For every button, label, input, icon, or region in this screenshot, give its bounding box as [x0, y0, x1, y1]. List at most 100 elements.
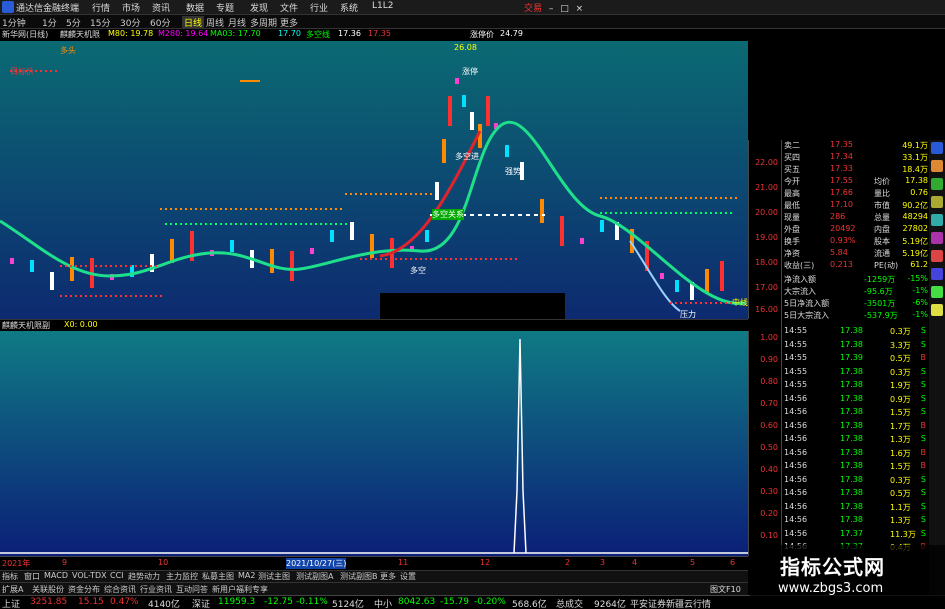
indicator-tab[interactable]: 更多: [380, 571, 396, 582]
period-button-active[interactable]: 日线: [182, 16, 205, 29]
tick-price: 17.38: [840, 488, 863, 497]
indicator-tab[interactable]: 测试副图A: [296, 571, 333, 582]
legend-tag: 多空线: [306, 30, 330, 39]
indicator-tab[interactable]: 测试副图B: [340, 571, 378, 582]
indicator-tab[interactable]: 指标: [2, 571, 18, 582]
candle: [442, 139, 446, 163]
tick-time: 14:56: [784, 447, 808, 457]
menu-item[interactable]: 文件: [280, 1, 298, 14]
sz-label[interactable]: 深证: [192, 597, 210, 609]
quote-row: 今开 17.55 均价 17.38: [782, 176, 930, 187]
flow-percent: -6%: [912, 298, 928, 307]
tool-icon[interactable]: [931, 178, 943, 190]
indicator-tab[interactable]: CCI: [110, 571, 124, 580]
indicator-tabs: 指标 窗口 MACD VOL-TDX CCI 趋势动力 主力监控 私募主图 MA…: [0, 570, 748, 582]
tick-row: 14:56 17.38 1.7万 B: [782, 421, 930, 432]
period-button[interactable]: 多周期: [250, 16, 277, 29]
bottom-tab[interactable]: 资金分布: [68, 584, 100, 595]
period-button[interactable]: 5分: [66, 16, 81, 29]
candle: [270, 249, 274, 273]
tick-volume: 1.3万: [890, 435, 911, 444]
indicator-tab[interactable]: 趋势动力: [128, 571, 160, 582]
bottom-tab[interactable]: 扩展A: [2, 584, 23, 595]
tool-icon[interactable]: [931, 268, 943, 280]
sh-label[interactable]: 上证: [2, 597, 20, 609]
tick-volume: 0.3万: [890, 367, 911, 377]
zx-percent: -0.20%: [474, 597, 506, 607]
flow-value: -95.6万: [864, 287, 893, 296]
tool-icon[interactable]: [931, 196, 943, 208]
user-label[interactable]: 交易: [524, 4, 542, 14]
kline-svg: [0, 70, 746, 319]
menu-item[interactable]: 数据: [186, 1, 204, 14]
maximize-icon[interactable]: □: [560, 4, 569, 14]
indicator-tab[interactable]: 主力监控: [166, 571, 198, 582]
sub-indicator-legend: 麒麟天机限副 X0: 0.00: [0, 319, 748, 331]
tick-time: 14:55: [784, 353, 808, 362]
menu-item[interactable]: 行情: [92, 1, 110, 14]
zx-label[interactable]: 中小: [374, 597, 392, 609]
candle: [600, 220, 604, 232]
indicator-tab[interactable]: 窗口: [24, 571, 40, 582]
period-button[interactable]: 1分: [42, 16, 57, 29]
bottom-tab[interactable]: 关联股份: [32, 584, 64, 595]
indicator-tab[interactable]: 测试主图: [258, 571, 290, 582]
tick-time: 14:56: [784, 488, 808, 497]
tool-icon[interactable]: [931, 250, 943, 262]
period-button[interactable]: 月线: [228, 16, 246, 29]
sz-percent: -0.11%: [296, 597, 328, 607]
sh-percent: 0.47%: [110, 597, 139, 607]
tool-icon[interactable]: [931, 214, 943, 226]
tool-icon[interactable]: [931, 160, 943, 172]
sub-indicator-chart[interactable]: [0, 331, 748, 556]
quote-value: 5.84: [830, 248, 848, 257]
period-button[interactable]: 30分: [120, 16, 140, 29]
period-button[interactable]: 周线: [206, 16, 224, 29]
tool-icon[interactable]: [931, 142, 943, 154]
menu-item[interactable]: 发现: [250, 1, 268, 14]
bottom-tab[interactable]: 综合资讯: [104, 584, 136, 595]
menu-item[interactable]: L1L2: [372, 1, 393, 11]
chart-label: 多空进: [455, 152, 479, 161]
close-icon[interactable]: ×: [576, 4, 584, 14]
bottom-tab[interactable]: 新用户福利专享: [212, 584, 268, 595]
tool-icon[interactable]: [931, 232, 943, 244]
menu-item[interactable]: 系统: [340, 1, 358, 14]
period-button[interactable]: 1分钟: [2, 16, 26, 29]
sh-amount: 4140亿: [148, 600, 180, 609]
tool-icon[interactable]: [931, 286, 943, 298]
candle: [425, 230, 429, 242]
f10-button[interactable]: 图文F10: [710, 584, 741, 595]
tick-side: S: [920, 407, 926, 416]
menu-item[interactable]: 市场: [122, 1, 140, 14]
flow-label: 净流入额: [784, 275, 816, 284]
period-button[interactable]: 60分: [150, 16, 170, 29]
bottom-tab[interactable]: 互动问答: [176, 584, 208, 595]
quote-label: 卖二: [784, 141, 800, 150]
indicator-tab[interactable]: VOL-TDX: [72, 571, 107, 580]
indicator-tab[interactable]: MA2: [238, 571, 255, 580]
quote-right: 0.76: [910, 188, 928, 197]
date-tick: 5: [690, 558, 696, 567]
sub-tick: 0.80: [760, 377, 778, 386]
indicator-tab[interactable]: 设置: [400, 571, 416, 582]
date-tick: 9: [62, 558, 68, 567]
minimize-icon[interactable]: –: [549, 4, 554, 14]
period-button[interactable]: 更多: [280, 16, 298, 29]
bottom-tab[interactable]: 行业资讯: [140, 584, 172, 595]
menu-item[interactable]: 资讯: [152, 1, 170, 14]
menu-item[interactable]: 行业: [310, 1, 328, 14]
tick-side: S: [920, 434, 926, 443]
quote-value: 17.55: [830, 176, 853, 185]
tool-icon[interactable]: [931, 304, 943, 316]
period-button[interactable]: 15分: [90, 16, 110, 29]
chart-label: 目标价: [10, 67, 34, 76]
candle: [705, 269, 709, 293]
sub-indicator-value: X0: 0.00: [64, 320, 98, 329]
main-kline-chart[interactable]: 26.08 多头 涨停 多空关系 多空进 中线 目标价 多空 强势 压力: [0, 41, 748, 319]
flow-percent: -1%: [912, 286, 928, 295]
menu-item[interactable]: 专题: [216, 1, 234, 14]
indicator-tab[interactable]: 私募主图: [202, 571, 234, 582]
quote-value: 17.34: [830, 152, 853, 161]
indicator-tab[interactable]: MACD: [44, 571, 68, 580]
